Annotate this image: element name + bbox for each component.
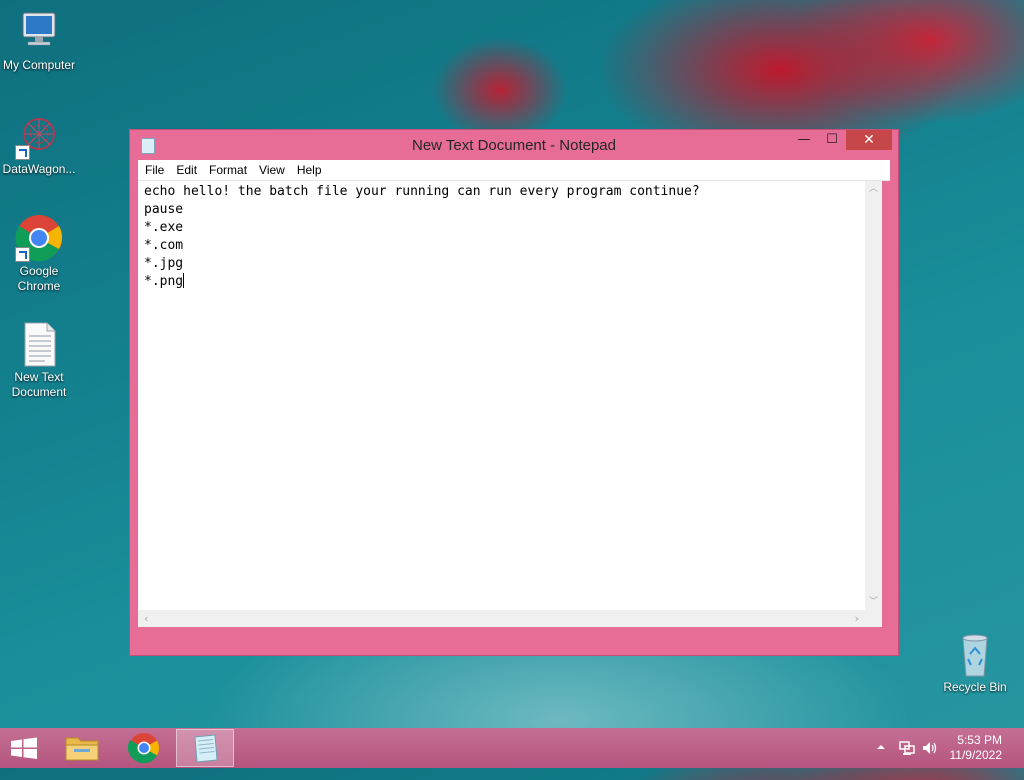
text-line: *.com [144,238,184,253]
network-icon[interactable] [898,740,916,780]
text-content[interactable]: echo hello! the batch file your running … [144,183,864,609]
taskbar-google-chrome[interactable] [116,729,172,767]
start-button[interactable] [0,729,48,767]
windows-logo-icon [11,737,37,759]
desktop-icon-google-chrome[interactable]: Google Chrome [0,214,79,294]
desktop-icon-recycle-bin[interactable]: Recycle Bin [935,630,1015,695]
close-button[interactable]: ✕ [846,130,892,150]
text-file-icon [15,320,63,368]
shortcut-arrow-icon [15,145,30,160]
chrome-icon [127,733,160,764]
desktop-icon-my-computer[interactable]: My Computer [0,8,79,73]
text-line: *.exe [144,220,184,235]
menu-help[interactable]: Help [292,160,327,180]
clock-time: 5:53 PM [957,733,1002,747]
taskbar-file-explorer[interactable] [54,729,110,767]
notepad-icon [194,734,218,763]
desktop-icon-label: DataWagon... [2,162,76,176]
desktop-icon-label: Recycle Bin [943,680,1007,694]
show-hidden-icons-icon[interactable] [876,740,886,780]
menu-bar: File Edit Format View Help [138,160,890,181]
minimize-button[interactable]: — [790,130,818,150]
size-grip[interactable] [865,610,882,627]
text-caret [183,273,185,288]
text-line: *.png [144,274,184,289]
text-editor[interactable]: echo hello! the batch file your running … [138,181,882,627]
volume-icon[interactable] [921,740,939,780]
desktop-icon-new-text-document[interactable]: New Text Document [0,320,79,400]
datawagon-icon [15,112,63,160]
title-bar[interactable]: New Text Document - Notepad — ☐ ✕ [130,130,898,160]
chrome-icon [15,214,63,262]
scroll-right-icon[interactable]: › [855,613,859,624]
menu-edit[interactable]: Edit [171,160,202,180]
scroll-left-icon[interactable]: ‹ [144,613,148,624]
system-clock[interactable]: 5:53 PM 11/9/2022 [950,733,1003,763]
desktop-icon-label: New Text Document [11,370,67,399]
notepad-window: New Text Document - Notepad — ☐ ✕ File Ed… [130,130,898,655]
text-line: echo hello! the batch file your running … [144,184,700,199]
scroll-down-icon[interactable]: ﹀ [869,598,878,607]
desktop-icon-datawagon[interactable]: DataWagon... [0,112,79,177]
computer-icon [15,8,63,56]
taskbar: 5:53 PM 11/9/2022 [0,728,1024,768]
recycle-bin-icon [951,630,999,678]
desktop-icon-label: My Computer [2,58,76,72]
text-line: pause [144,202,184,217]
menu-view[interactable]: View [254,160,290,180]
menu-file[interactable]: File [140,160,169,180]
horizontal-scrollbar[interactable]: ‹ › [138,610,865,627]
folder-icon [65,737,99,761]
desktop-icon-label: Google Chrome [17,264,61,293]
clock-date: 11/9/2022 [949,748,1003,762]
vertical-scrollbar[interactable]: ︿ ﹀ [865,181,882,610]
scroll-up-icon[interactable]: ︿ [869,185,878,194]
menu-format[interactable]: Format [204,160,252,180]
maximize-button[interactable]: ☐ [818,130,846,150]
taskbar-notepad[interactable] [176,729,234,767]
text-line: *.jpg [144,256,184,271]
window-title: New Text Document - Notepad [412,137,616,154]
shortcut-arrow-icon [15,247,30,262]
